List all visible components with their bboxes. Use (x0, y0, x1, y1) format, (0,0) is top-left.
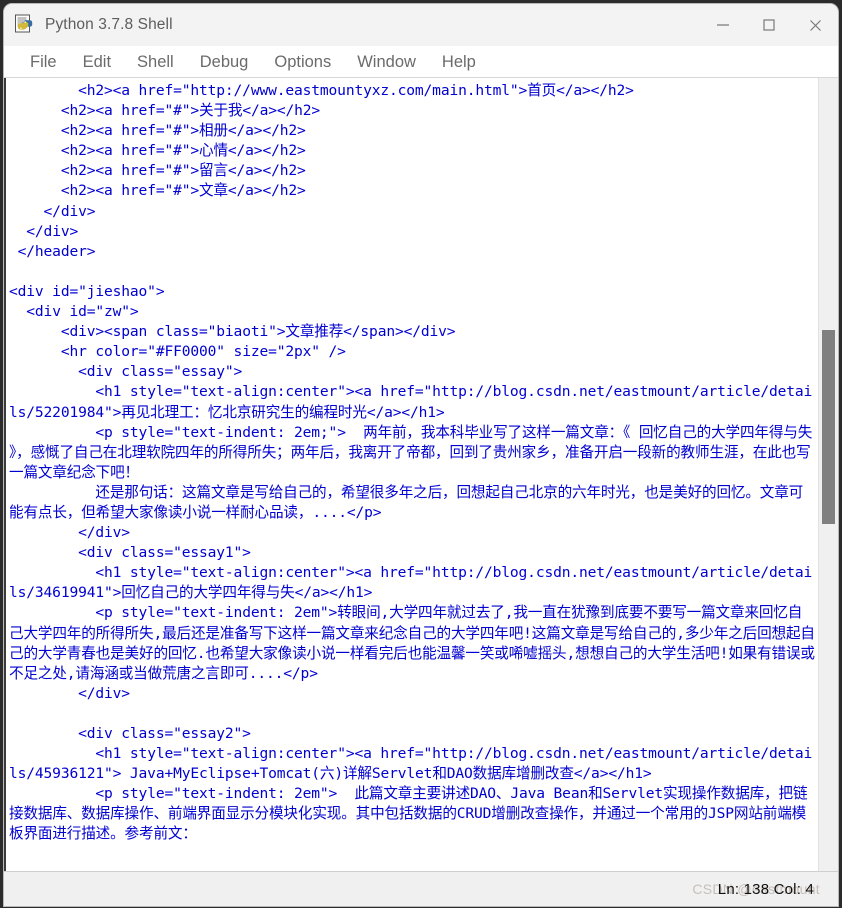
scrollbar-thumb[interactable] (822, 330, 835, 524)
vertical-scrollbar[interactable] (818, 78, 838, 871)
window-controls (700, 4, 838, 46)
menu-item-help[interactable]: Help (429, 47, 489, 77)
shell-output-text[interactable]: <h2><a href="http://www.eastmountyxz.com… (8, 78, 818, 845)
python-idle-icon (14, 14, 36, 36)
close-button[interactable] (792, 4, 838, 46)
menu-item-shell[interactable]: Shell (124, 47, 187, 77)
menu-item-debug[interactable]: Debug (187, 47, 262, 77)
maximize-button[interactable] (746, 4, 792, 46)
shell-body: <h2><a href="http://www.eastmountyxz.com… (4, 78, 838, 871)
idle-shell-window: Python 3.7.8 Shell File Edit Shell Debug… (4, 4, 838, 906)
window-title: Python 3.7.8 Shell (45, 16, 173, 33)
shell-text-area[interactable]: <h2><a href="http://www.eastmountyxz.com… (6, 78, 818, 871)
cursor-position-indicator: Ln: 138 Col: 4 (717, 880, 814, 898)
menu-item-edit[interactable]: Edit (70, 47, 124, 77)
status-bar: CSDN @eastmount Ln: 138 Col: 4 (4, 871, 838, 906)
minimize-button[interactable] (700, 4, 746, 46)
menu-item-options[interactable]: Options (261, 47, 344, 77)
menu-bar: File Edit Shell Debug Options Window Hel… (4, 46, 838, 78)
menu-item-window[interactable]: Window (344, 47, 429, 77)
menu-item-file[interactable]: File (17, 47, 70, 77)
title-bar: Python 3.7.8 Shell (4, 4, 838, 46)
